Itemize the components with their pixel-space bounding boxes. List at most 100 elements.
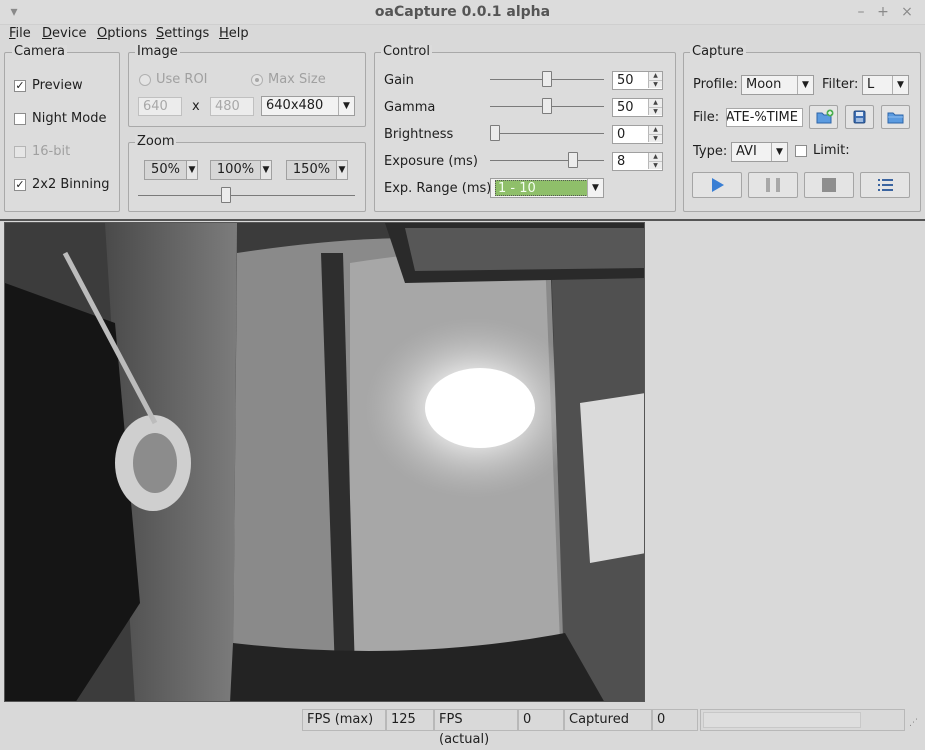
filter-select[interactable]: L ▼ xyxy=(862,75,909,95)
gain-spinbox[interactable]: 50 ▲ ▼ xyxy=(612,71,663,90)
brightness-slider-handle[interactable] xyxy=(490,125,500,141)
brightness-slider-track[interactable] xyxy=(490,133,604,134)
exposure-spinbox[interactable]: 8 ▲ ▼ xyxy=(612,152,663,171)
file-label: File: xyxy=(693,110,720,125)
pause-capture-button[interactable] xyxy=(748,172,798,198)
gain-value: 50 xyxy=(617,73,634,88)
exp-range-label: Exp. Range (ms) xyxy=(384,181,492,196)
stop-icon xyxy=(822,178,836,192)
close-icon[interactable]: × xyxy=(898,3,916,21)
menu-file[interactable]: File xyxy=(9,25,31,43)
play-icon xyxy=(712,178,724,192)
use-roi-radio[interactable] xyxy=(139,74,151,86)
menu-device[interactable]: Device xyxy=(42,25,86,43)
menu-options[interactable]: Options xyxy=(97,25,147,43)
profile-select[interactable]: Moon ▼ xyxy=(741,75,814,95)
fps-max-label: FPS (max) xyxy=(302,709,386,731)
folder-icon xyxy=(887,112,904,124)
binning-checkbox[interactable]: ✓ xyxy=(14,179,26,191)
exposure-slider-handle[interactable] xyxy=(568,152,578,168)
brightness-spinbox[interactable]: 0 ▲ ▼ xyxy=(612,125,663,144)
type-select[interactable]: AVI ▼ xyxy=(731,142,788,162)
spin-up-icon[interactable]: ▲ xyxy=(648,126,662,134)
filter-label: Filter: xyxy=(822,77,859,92)
spin-down-icon[interactable]: ▼ xyxy=(648,80,662,88)
fps-max-value: 125 xyxy=(386,709,434,731)
start-capture-button[interactable] xyxy=(692,172,742,198)
menu-help[interactable]: Help xyxy=(219,25,249,43)
exp-range-select[interactable]: 1 - 10 ▼ xyxy=(490,178,604,198)
save-profile-button[interactable] xyxy=(845,105,874,129)
progress-bar xyxy=(700,709,905,731)
chevron-down-icon: ▼ xyxy=(892,76,908,94)
preview-label: Preview xyxy=(32,78,83,93)
gain-slider-handle[interactable] xyxy=(542,71,552,87)
exposure-slider-track[interactable] xyxy=(490,160,604,161)
minimize-icon[interactable]: – xyxy=(852,3,870,21)
stop-capture-button[interactable] xyxy=(804,172,854,198)
fps-actual-value: 0 xyxy=(518,709,564,731)
preview-scene xyxy=(5,223,644,701)
night-mode-checkbox[interactable] xyxy=(14,113,26,125)
resolution-select[interactable]: 640x480 ▼ xyxy=(261,96,355,116)
fps-actual-label: FPS (actual) xyxy=(434,709,518,747)
chevron-down-icon: ▼ xyxy=(797,76,813,94)
open-folder-button[interactable] xyxy=(881,105,910,129)
roi-width-field[interactable]: 640 xyxy=(138,97,182,116)
gamma-value: 50 xyxy=(617,100,634,115)
save-icon xyxy=(853,110,866,124)
roi-x-separator: x xyxy=(192,99,200,114)
zoom-150-dropdown[interactable]: ▼ xyxy=(336,160,348,180)
captured-label: Captured xyxy=(564,709,652,731)
profile-value: Moon xyxy=(746,77,782,92)
type-label: Type: xyxy=(693,144,728,159)
spin-down-icon[interactable]: ▼ xyxy=(648,134,662,142)
capture-list-button[interactable] xyxy=(860,172,910,198)
zoom-50-dropdown[interactable]: ▼ xyxy=(186,160,198,180)
max-size-label: Max Size xyxy=(268,72,326,87)
list-icon xyxy=(878,179,893,191)
captured-value: 0 xyxy=(652,709,698,731)
limit-label: Limit: xyxy=(813,143,850,158)
file-name-value: DATE-%TIME xyxy=(726,110,798,125)
gamma-label: Gamma xyxy=(384,100,436,115)
resolution-value: 640x480 xyxy=(266,98,324,113)
zoom-50-button[interactable]: 50% xyxy=(144,160,187,180)
gamma-spinbox[interactable]: 50 ▲ ▼ xyxy=(612,98,663,117)
spin-down-icon[interactable]: ▼ xyxy=(648,161,662,169)
zoom-slider-handle[interactable] xyxy=(220,187,231,203)
binning-label: 2x2 Binning xyxy=(32,177,110,192)
chevron-down-icon: ▼ xyxy=(587,179,603,197)
roi-height-field[interactable]: 480 xyxy=(210,97,254,116)
zoom-slider-track[interactable] xyxy=(138,195,355,196)
pause-icon xyxy=(766,178,780,192)
profile-label: Profile: xyxy=(693,77,738,92)
maximize-icon[interactable]: + xyxy=(874,3,892,21)
spin-up-icon[interactable]: ▲ xyxy=(648,72,662,80)
zoom-100-dropdown[interactable]: ▼ xyxy=(260,160,272,180)
panel-separator xyxy=(0,219,925,221)
16bit-checkbox[interactable] xyxy=(14,146,26,158)
progress-bar-fill xyxy=(703,712,861,728)
spin-down-icon[interactable]: ▼ xyxy=(648,107,662,115)
window-title: oaCapture 0.0.1 alpha xyxy=(374,4,551,20)
gamma-slider-handle[interactable] xyxy=(542,98,552,114)
zoom-150-button[interactable]: 150% xyxy=(286,160,337,180)
camera-group-title: Camera xyxy=(12,44,68,59)
gain-label: Gain xyxy=(384,73,414,88)
file-name-field[interactable]: DATE-%TIME xyxy=(726,108,803,127)
preview-checkbox[interactable]: ✓ xyxy=(14,80,26,92)
zoom-100-button[interactable]: 100% xyxy=(210,160,261,180)
limit-checkbox[interactable] xyxy=(795,145,807,157)
resize-grip-icon[interactable]: ⋰ xyxy=(909,718,921,730)
brightness-value: 0 xyxy=(617,127,626,142)
exposure-value: 8 xyxy=(617,154,626,169)
max-size-radio[interactable] xyxy=(251,74,263,86)
filter-value: L xyxy=(867,77,875,92)
spin-up-icon[interactable]: ▲ xyxy=(648,99,662,107)
new-folder-button[interactable] xyxy=(809,105,838,129)
menu-settings[interactable]: Settings xyxy=(156,25,209,43)
spin-up-icon[interactable]: ▲ xyxy=(648,153,662,161)
capture-group-title: Capture xyxy=(690,44,746,59)
type-value: AVI xyxy=(736,144,757,159)
